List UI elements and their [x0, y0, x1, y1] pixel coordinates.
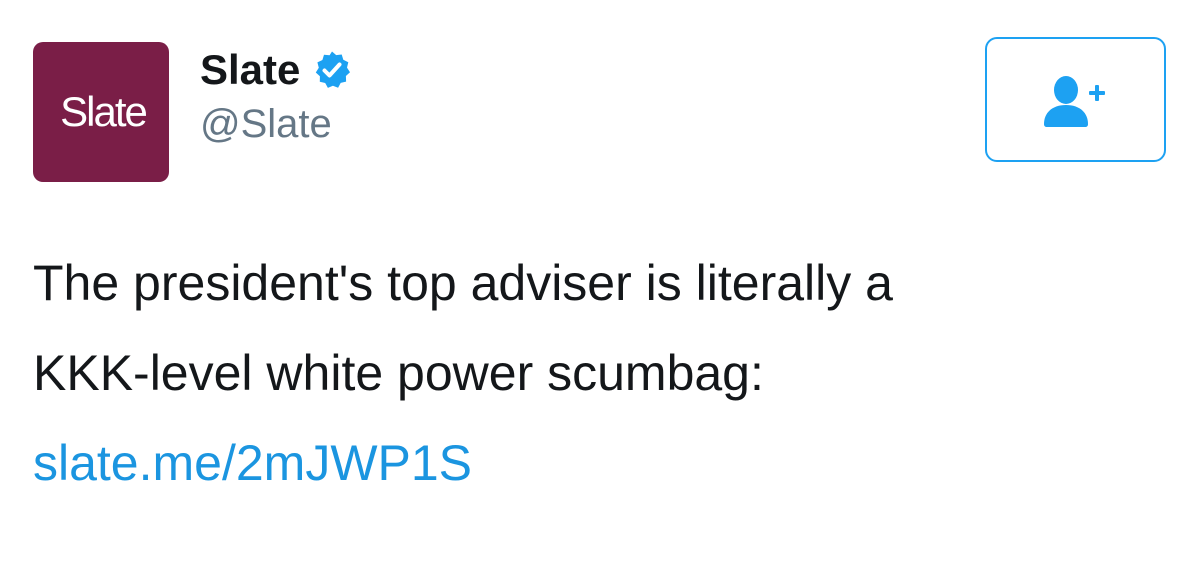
- display-name[interactable]: Slate: [200, 46, 300, 94]
- add-user-icon: [1040, 72, 1112, 128]
- handle[interactable]: @Slate: [200, 102, 352, 147]
- avatar[interactable]: Slate: [33, 42, 169, 182]
- account-names: Slate @Slate: [200, 44, 352, 147]
- tweet-text-line-1: The president's top adviser is literally…: [33, 255, 893, 311]
- tweet-text: The president's top adviser is literally…: [33, 238, 1173, 508]
- tweet-text-line-2: KKK-level white power scumbag:: [33, 345, 764, 401]
- follow-button[interactable]: [985, 37, 1166, 162]
- display-name-row: Slate: [200, 44, 352, 96]
- verified-badge-icon: [312, 50, 352, 90]
- avatar-logo-text: Slate: [60, 88, 148, 135]
- tweet-link[interactable]: slate.me/2mJWP1S: [33, 418, 1173, 508]
